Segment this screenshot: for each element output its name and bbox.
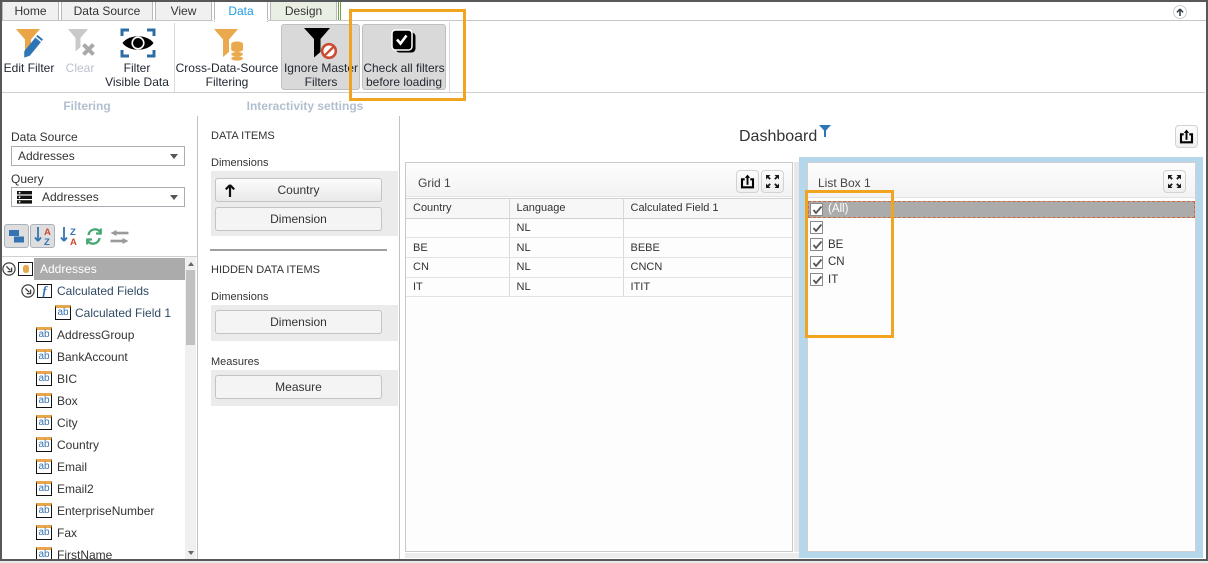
- svg-text:A: A: [70, 237, 77, 246]
- svg-text:Z: Z: [44, 237, 50, 246]
